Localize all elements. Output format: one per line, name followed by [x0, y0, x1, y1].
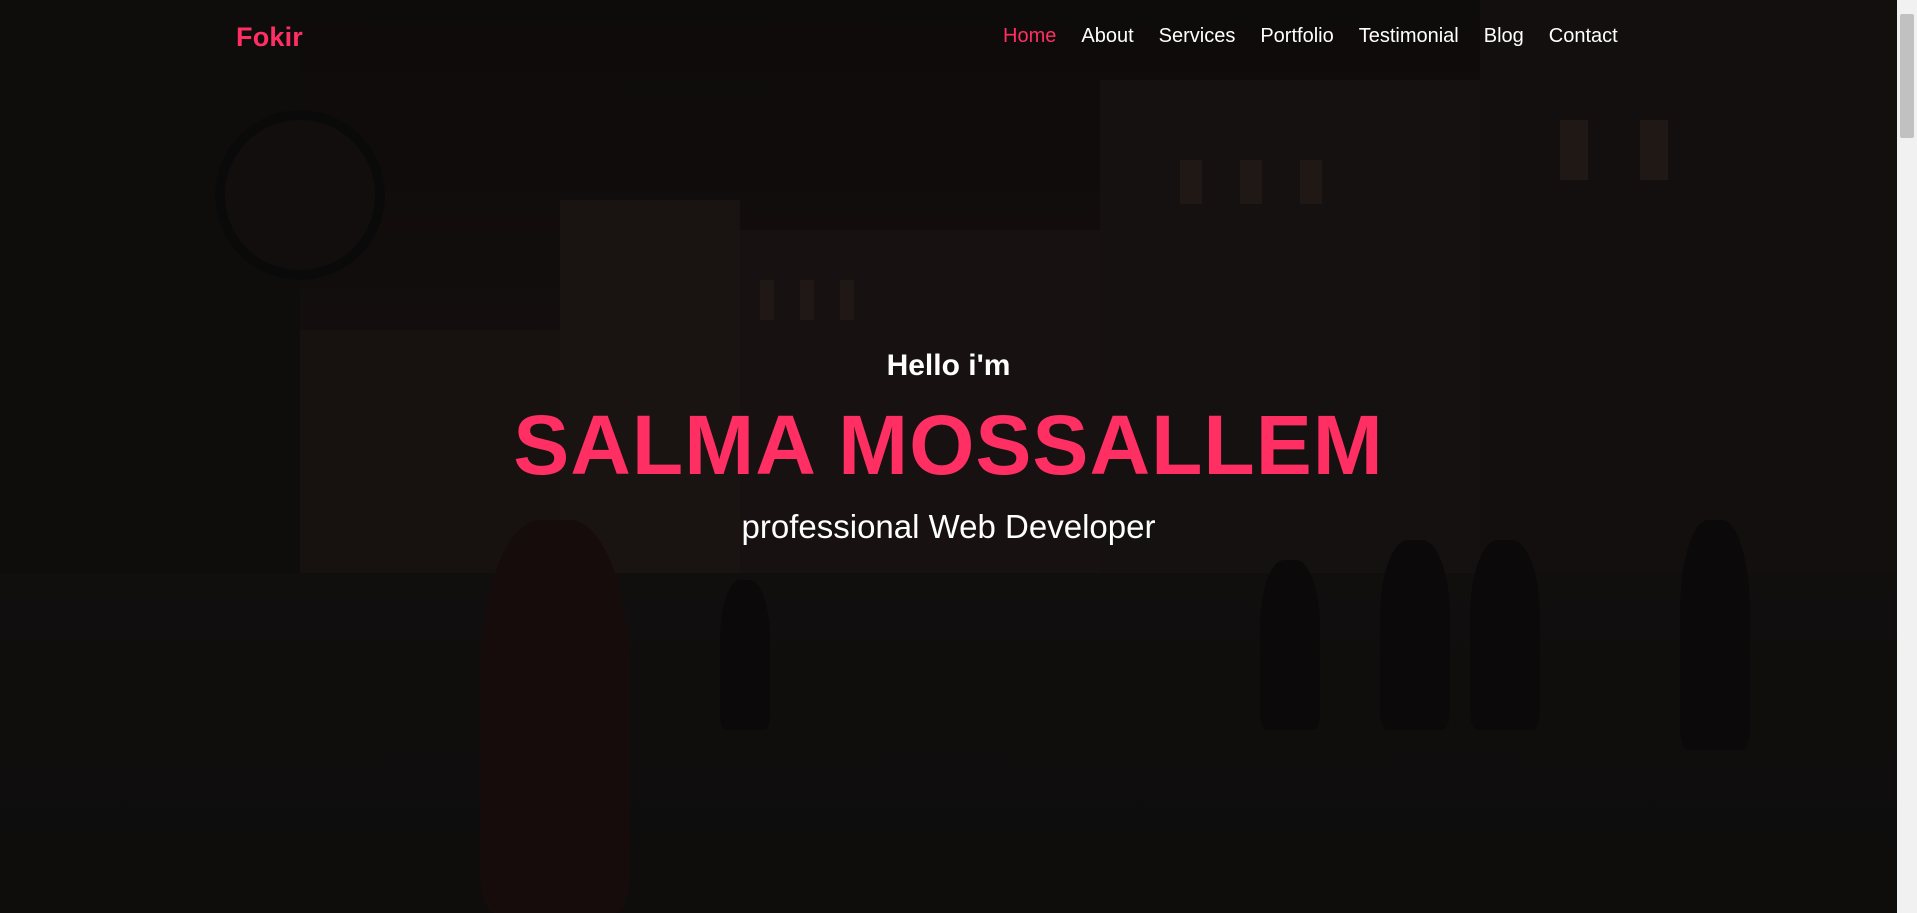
nav-item-blog[interactable]: Blog [1484, 25, 1524, 48]
nav-item-about[interactable]: About [1081, 25, 1133, 48]
nav-item-home[interactable]: Home [1003, 25, 1056, 48]
brand-logo[interactable]: Fokir [236, 22, 303, 53]
nav-item-portfolio[interactable]: Portfolio [1260, 25, 1333, 48]
nav-item-testimonial[interactable]: Testimonial [1359, 25, 1459, 48]
hero-greeting: Hello i'm [886, 349, 1011, 382]
site-header: Fokir Home About Services Portfolio Test… [0, 0, 1897, 76]
hero-section: Hello i'm SALMA MOSSALLEM professional W… [0, 0, 1897, 913]
nav-item-services[interactable]: Services [1159, 25, 1236, 48]
scrollbar-thumb[interactable] [1900, 14, 1914, 138]
nav-item-contact[interactable]: Contact [1549, 25, 1618, 48]
hero-name: SALMA MOSSALLEM [513, 398, 1384, 492]
page: Fokir Home About Services Portfolio Test… [0, 0, 1917, 913]
page-scrollbar[interactable] [1897, 0, 1917, 913]
main-nav: Home About Services Portfolio Testimonia… [1003, 25, 1643, 48]
hero-role: professional Web Developer [741, 508, 1156, 545]
